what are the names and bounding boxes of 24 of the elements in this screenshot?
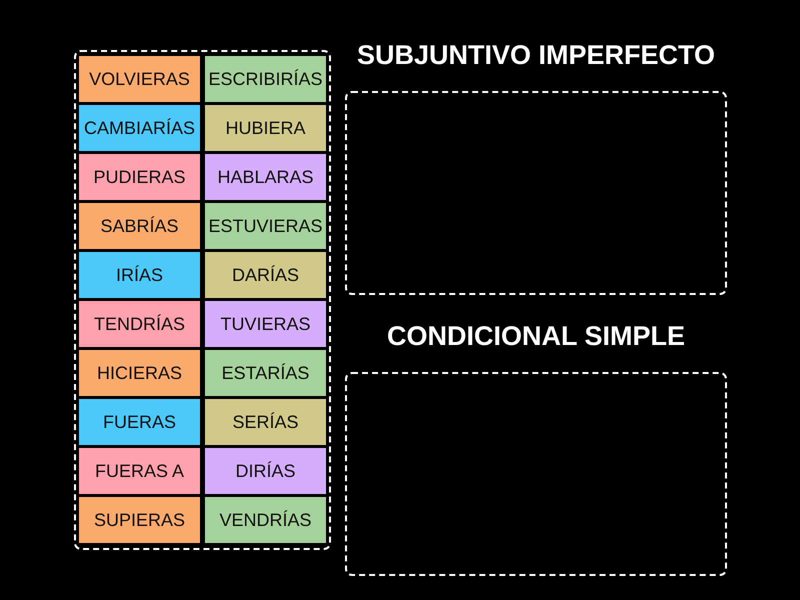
word-tile[interactable]: SABRÍAS (79, 203, 200, 249)
word-tile[interactable]: DARÍAS (205, 252, 326, 298)
group-heading: SUBJUNTIVO IMPERFECTO (356, 39, 716, 72)
word-tile[interactable]: TENDRÍAS (79, 301, 200, 347)
group-heading: CONDICIONAL SIMPLE (386, 320, 686, 353)
word-tile[interactable]: SERÍAS (205, 399, 326, 445)
word-tile[interactable]: FUERAS A (79, 448, 200, 494)
word-tile[interactable]: HUBIERA (205, 105, 326, 151)
word-tile[interactable]: ESTUVIERAS (205, 203, 326, 249)
drop-zone[interactable] (345, 91, 727, 295)
word-tile[interactable]: CAMBIARÍAS (79, 105, 200, 151)
word-tile[interactable]: FUERAS (79, 399, 200, 445)
word-tile[interactable]: TUVIERAS (205, 301, 326, 347)
drop-zone[interactable] (345, 372, 727, 576)
word-tile[interactable]: DIRÍAS (205, 448, 326, 494)
word-tile[interactable]: ESTARÍAS (205, 350, 326, 396)
word-tile[interactable]: VOLVIERAS (79, 56, 200, 102)
word-tile[interactable]: SUPIERAS (79, 497, 200, 543)
word-tile[interactable]: PUDIERAS (79, 154, 200, 200)
word-tile[interactable]: VENDRÍAS (205, 497, 326, 543)
word-tile[interactable]: HABLARAS (205, 154, 326, 200)
word-tile[interactable]: IRÍAS (79, 252, 200, 298)
word-tile[interactable]: HICIERAS (79, 350, 200, 396)
word-tile[interactable]: ESCRIBIRÍAS (205, 56, 326, 102)
